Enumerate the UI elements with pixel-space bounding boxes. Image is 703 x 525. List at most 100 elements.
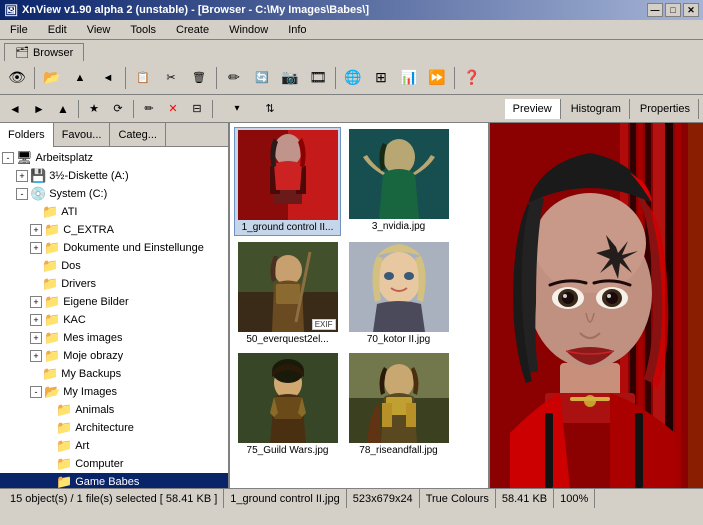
nav-size-dropdown[interactable]: ▾ bbox=[217, 98, 257, 120]
nav-back-btn[interactable]: ◄ bbox=[4, 98, 26, 120]
nav-refresh-btn[interactable]: ⟳ bbox=[107, 98, 129, 120]
fp-tab-favorites[interactable]: Favou... bbox=[54, 123, 111, 147]
tree-toggle[interactable]: + bbox=[30, 314, 42, 326]
tree-item-eigene-bilder[interactable]: + 📁 Eigene Bilder bbox=[0, 293, 228, 311]
tree-label: System (C:) bbox=[49, 188, 107, 200]
fp-tab-folders[interactable]: Folders bbox=[0, 123, 54, 147]
status-filename: 1_ground control II.jpg bbox=[224, 489, 346, 508]
tree-toggle[interactable]: - bbox=[30, 386, 42, 398]
nav-sort-btn[interactable]: ⇅ bbox=[259, 98, 281, 120]
tb-camera-btn[interactable]: 📷 bbox=[277, 65, 303, 91]
menu-create[interactable]: Create bbox=[170, 22, 215, 38]
tree-toggle[interactable]: + bbox=[30, 350, 42, 362]
tree-item-mes-images[interactable]: + 📁 Mes images bbox=[0, 329, 228, 347]
menu-tools[interactable]: Tools bbox=[124, 22, 162, 38]
preview-svg bbox=[490, 123, 703, 488]
tb-move-btn[interactable]: ✂ bbox=[158, 65, 184, 91]
tree-toggle[interactable]: + bbox=[30, 224, 42, 236]
tree-item-c-extra[interactable]: + 📁 C_EXTRA bbox=[0, 221, 228, 239]
tree-label: Eigene Bilder bbox=[63, 296, 128, 308]
thumb-item-2[interactable]: 3_nvidia.jpg bbox=[345, 127, 452, 236]
tb-rename-btn[interactable]: ✏ bbox=[221, 65, 247, 91]
tb-forward-btn[interactable]: ⏩ bbox=[424, 65, 450, 91]
thumb-item-5[interactable]: 75_Guild Wars.jpg bbox=[234, 351, 341, 458]
thumbnail-panel: 1_ground control II... bbox=[230, 123, 490, 488]
fp-tab-categories[interactable]: Categ... bbox=[110, 123, 166, 147]
thumb-label-1: 1_ground control II... bbox=[242, 222, 334, 233]
tree-label: 3½-Diskette (A:) bbox=[49, 170, 128, 182]
menu-window[interactable]: Window bbox=[223, 22, 274, 38]
status-dimensions: 523x679x24 bbox=[347, 489, 420, 508]
menu-edit[interactable]: Edit bbox=[42, 22, 73, 38]
tree-label: Dokumente und Einstellunge bbox=[63, 242, 204, 254]
tb-copy-btn[interactable]: 📋 bbox=[130, 65, 156, 91]
tree-toggle[interactable]: - bbox=[16, 188, 28, 200]
nav-delete-btn[interactable]: ✕ bbox=[162, 98, 184, 120]
thumb-item-6[interactable]: 78_riseandfall.jpg bbox=[345, 351, 452, 458]
nav-bar: ◄ ► ▲ ★ ⟳ ✏ ✕ ⊟ ▾ ⇅ Preview Histogram Pr… bbox=[0, 95, 703, 123]
tab-preview[interactable]: Preview bbox=[505, 99, 561, 119]
tree-item-moje-obrazy[interactable]: + 📁 Moje obrazy bbox=[0, 347, 228, 365]
tree-toggle[interactable]: + bbox=[16, 170, 28, 182]
tree-item-architecture[interactable]: 📁 Architecture bbox=[0, 419, 228, 437]
tb-back-btn[interactable]: ◄ bbox=[95, 65, 121, 91]
tree-item-kac[interactable]: + 📁 KAC bbox=[0, 311, 228, 329]
tree-toggle[interactable]: + bbox=[30, 242, 42, 254]
menu-file[interactable]: File bbox=[4, 22, 34, 38]
tb-help-btn[interactable]: ❓ bbox=[459, 65, 485, 91]
tb-grid-btn[interactable]: ⊞ bbox=[368, 65, 394, 91]
tab-properties[interactable]: Properties bbox=[632, 99, 699, 119]
menu-view[interactable]: View bbox=[81, 22, 117, 38]
tb-eye-btn[interactable]: 👁 bbox=[4, 65, 30, 91]
tree-item-drivers[interactable]: 📁 Drivers bbox=[0, 275, 228, 293]
tree-item-game-babes[interactable]: 📁 Game Babes bbox=[0, 473, 228, 488]
browser-tab[interactable]: 🗂 Browser bbox=[4, 43, 84, 61]
minimize-button[interactable]: — bbox=[647, 3, 663, 17]
tree-toggle[interactable]: + bbox=[30, 296, 42, 308]
browser-tab-bar: 🗂 Browser bbox=[0, 40, 703, 61]
close-button[interactable]: ✕ bbox=[683, 3, 699, 17]
tree-item-dos[interactable]: 📁 Dos bbox=[0, 257, 228, 275]
tb-chart-btn[interactable]: 📊 bbox=[396, 65, 422, 91]
tb-delete-btn[interactable]: 🗑 bbox=[186, 65, 212, 91]
tab-histogram[interactable]: Histogram bbox=[563, 99, 630, 119]
folder-icon: 📁 bbox=[44, 294, 60, 310]
tb-folder-btn[interactable]: 📂 bbox=[39, 65, 65, 91]
thumb-svg-4 bbox=[349, 242, 449, 332]
thumbnail-grid: 1_ground control II... bbox=[230, 123, 488, 462]
browser-tab-label: Browser bbox=[33, 47, 73, 59]
tree-item-dokumente[interactable]: + 📁 Dokumente und Einstellunge bbox=[0, 239, 228, 257]
tree-item-animals[interactable]: 📁 Animals bbox=[0, 401, 228, 419]
folder-icon: 📁 bbox=[42, 366, 58, 382]
tb-film-btn[interactable]: 🎞 bbox=[305, 65, 331, 91]
tree-item-arbeitsplatz[interactable]: - 🖥 Arbeitsplatz bbox=[0, 149, 228, 167]
tree-item-my-backups[interactable]: 📁 My Backups bbox=[0, 365, 228, 383]
nav-forward-btn[interactable]: ► bbox=[28, 98, 50, 120]
exif-badge: EXIF bbox=[312, 319, 336, 330]
menu-info[interactable]: Info bbox=[282, 22, 312, 38]
tree-toggle[interactable]: - bbox=[2, 152, 14, 164]
tree-label: C_EXTRA bbox=[63, 224, 114, 236]
tb-rotate-btn[interactable]: 🔄 bbox=[249, 65, 275, 91]
tb-globe-btn[interactable]: 🌐 bbox=[340, 65, 366, 91]
tree-item-floppy[interactable]: + 💾 3½-Diskette (A:) bbox=[0, 167, 228, 185]
restore-button[interactable]: □ bbox=[665, 3, 681, 17]
tree-item-ati[interactable]: 📁 ATI bbox=[0, 203, 228, 221]
thumb-item-4[interactable]: 70_kotor II.jpg bbox=[345, 240, 452, 347]
tree-item-computer[interactable]: 📁 Computer bbox=[0, 455, 228, 473]
thumb-item-1[interactable]: 1_ground control II... bbox=[234, 127, 341, 236]
nav-filter-btn[interactable]: ⊟ bbox=[186, 98, 208, 120]
tree-label: My Backups bbox=[61, 368, 121, 380]
tree-label: Architecture bbox=[75, 422, 134, 434]
tree-toggle[interactable]: + bbox=[30, 332, 42, 344]
nav-favorites-btn[interactable]: ★ bbox=[83, 98, 105, 120]
tree-item-my-images[interactable]: - 📂 My Images bbox=[0, 383, 228, 401]
tree-item-system-c[interactable]: - 💿 System (C:) bbox=[0, 185, 228, 203]
nav-edit-btn[interactable]: ✏ bbox=[138, 98, 160, 120]
thumb-item-3[interactable]: EXIF 50_everquest2el... bbox=[234, 240, 341, 347]
tree-label: My Images bbox=[63, 386, 117, 398]
nav-up-btn[interactable]: ▲ bbox=[52, 98, 74, 120]
nav-sep-2 bbox=[133, 100, 134, 118]
tb-up-btn[interactable]: ▲ bbox=[67, 65, 93, 91]
tree-item-art[interactable]: 📁 Art bbox=[0, 437, 228, 455]
